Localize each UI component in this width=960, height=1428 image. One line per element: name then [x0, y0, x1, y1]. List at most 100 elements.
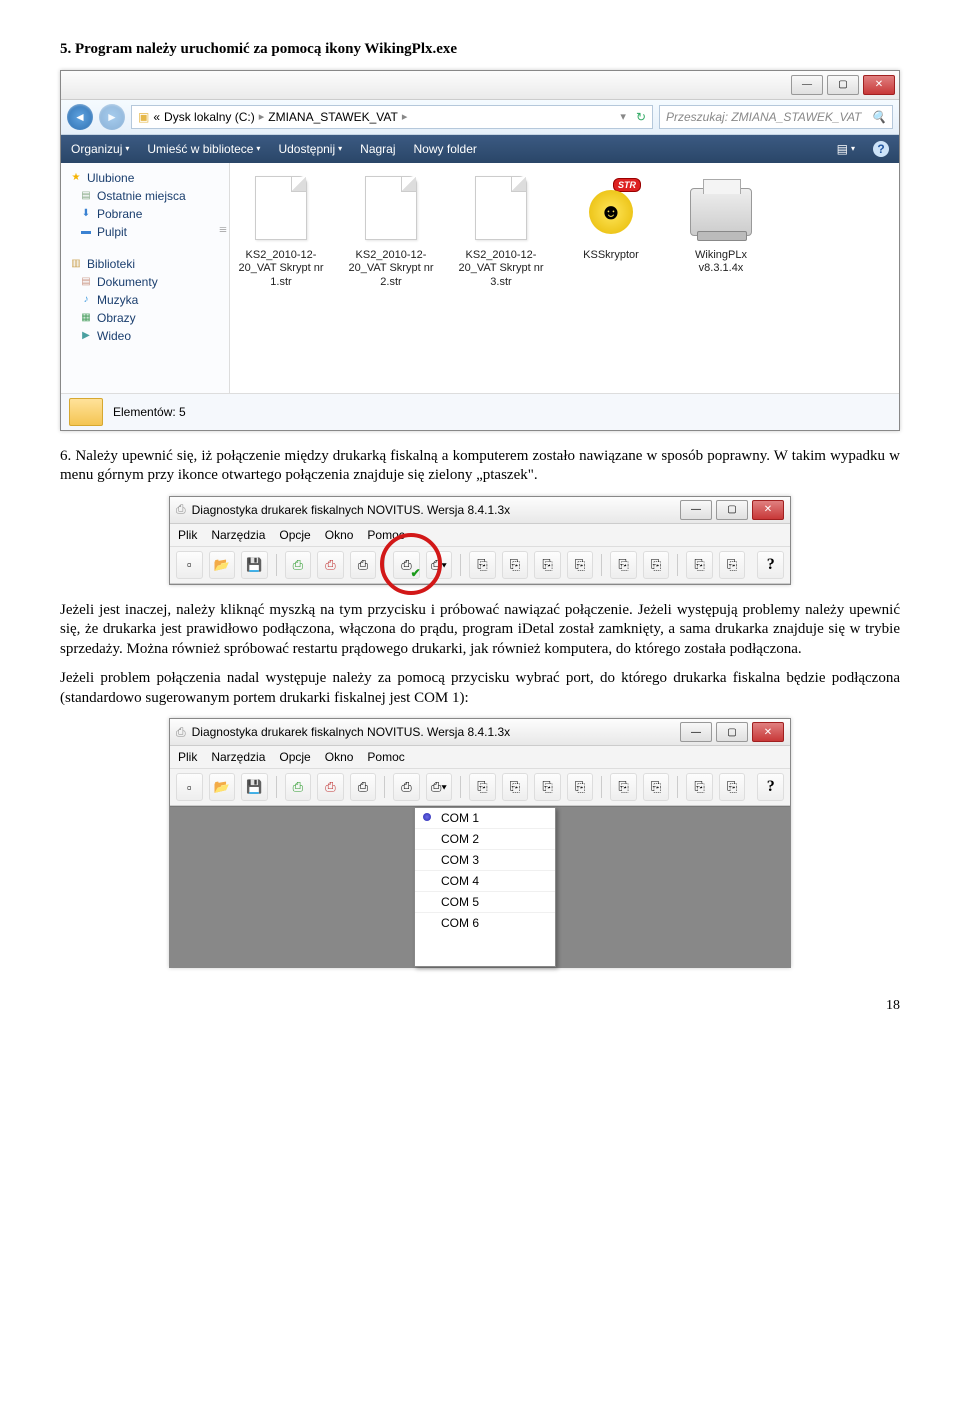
view-options-icon[interactable]: ▤ ▾ — [837, 142, 855, 156]
menu-help[interactable]: Pomoc — [367, 750, 404, 764]
file-item[interactable]: KS2_2010-12-20_VAT Skrypt nr 2.str — [346, 173, 436, 290]
tool-icon[interactable]: ⎘ — [643, 551, 670, 579]
sidebar-libraries[interactable]: ▥Biblioteki — [65, 255, 225, 273]
open-icon[interactable]: 📂 — [209, 551, 236, 579]
search-input[interactable]: Przeszukaj: ZMIANA_STAWEK_VAT 🔍 — [659, 105, 893, 129]
minimize-button[interactable]: — — [791, 75, 823, 95]
search-placeholder: Przeszukaj: ZMIANA_STAWEK_VAT — [666, 110, 861, 124]
save-icon[interactable]: 💾 — [241, 551, 268, 579]
close-button[interactable]: ✕ — [752, 500, 784, 520]
open-icon[interactable]: 📂 — [209, 773, 236, 801]
menu-file[interactable]: Plik — [178, 528, 197, 542]
sidebar-favorites[interactable]: ★Ulubione — [65, 169, 225, 187]
menu-window[interactable]: Okno — [325, 528, 354, 542]
diag-titlebar: ⎙ Diagnostyka drukarek fiskalnych NOVITU… — [170, 497, 790, 524]
new-icon[interactable]: ▫ — [176, 773, 203, 801]
tool-icon[interactable]: ⎘ — [643, 773, 670, 801]
menu-options[interactable]: Opcje — [279, 528, 310, 542]
search-icon: 🔍 — [871, 110, 886, 124]
breadcrumb-bar[interactable]: ▣ « Dysk lokalny (C:) ▸ ZMIANA_STAWEK_VA… — [131, 105, 653, 129]
toolbar-library[interactable]: Umieść w bibliotece▾ — [147, 142, 260, 156]
sidebar-pictures[interactable]: ▦Obrazy — [65, 309, 225, 327]
connect-remove-icon[interactable]: ⎙ — [317, 551, 344, 579]
com-option-6[interactable]: COM 6 — [415, 913, 555, 933]
maximize-button[interactable]: ▢ — [716, 722, 748, 742]
tool-icon[interactable]: ⎘ — [469, 773, 496, 801]
tool-icon[interactable]: ⎘ — [534, 551, 561, 579]
breadcrumb-drive[interactable]: Dysk lokalny (C:) — [164, 110, 255, 124]
minimize-button[interactable]: — — [680, 500, 712, 520]
video-icon: ▶ — [79, 329, 93, 343]
com-option-4[interactable]: COM 4 — [415, 871, 555, 892]
tool-icon[interactable]: ⎘ — [719, 773, 746, 801]
printer-settings-icon[interactable]: ⎙ — [350, 773, 377, 801]
tool-icon[interactable]: ⎘ — [719, 551, 746, 579]
file-item[interactable]: KS2_2010-12-20_VAT Skrypt nr 1.str — [236, 173, 326, 290]
nav-back-button[interactable]: ◄ — [67, 104, 93, 130]
sidebar-downloads[interactable]: ⬇Pobrane — [65, 205, 225, 223]
sidebar-documents[interactable]: ▤Dokumenty — [65, 273, 225, 291]
printer-settings-icon[interactable]: ⎙ — [350, 551, 377, 579]
file-label: KS2_2010-12-20_VAT Skrypt nr 1.str — [236, 249, 326, 290]
diag-toolbar: ▫ 📂 💾 ⎙ ⎙ ⎙ ⎙ ⎙▾ ⎘ ⎘ ⎘ ⎘ ⎘ ⎘ ⎘ ⎘ ? — [170, 769, 790, 806]
separator — [384, 776, 385, 798]
maximize-button[interactable]: ▢ — [827, 75, 859, 95]
minimize-button[interactable]: — — [680, 722, 712, 742]
connect-add-icon[interactable]: ⎙ — [285, 551, 312, 579]
breadcrumb-folder[interactable]: ZMIANA_STAWEK_VAT — [268, 110, 398, 124]
sidebar-music[interactable]: ♪Muzyka — [65, 291, 225, 309]
menu-tools[interactable]: Narzędzia — [211, 528, 265, 542]
port-select-icon[interactable]: ⎙▾ — [426, 551, 453, 579]
sidebar-recent[interactable]: ▤Ostatnie miejsca — [65, 187, 225, 205]
toolbar-newfolder[interactable]: Nowy folder — [414, 142, 477, 156]
tool-icon[interactable]: ⎘ — [567, 551, 594, 579]
document-icon — [255, 176, 307, 240]
menu-file[interactable]: Plik — [178, 750, 197, 764]
tool-icon[interactable]: ⎘ — [686, 551, 713, 579]
file-item[interactable]: WikingPLx v8.3.1.4x — [676, 173, 766, 277]
dropdown-icon[interactable]: ▾ — [620, 110, 626, 123]
port-select-icon[interactable]: ⎙▾ — [426, 773, 453, 801]
toolbar-share[interactable]: Udostępnij▾ — [278, 142, 342, 156]
com-option-2[interactable]: COM 2 — [415, 829, 555, 850]
file-item[interactable]: KS2_2010-12-20_VAT Skrypt nr 3.str — [456, 173, 546, 290]
close-button[interactable]: ✕ — [752, 722, 784, 742]
nav-forward-button[interactable]: ► — [99, 104, 125, 130]
skryptor-icon: STR ☻ — [581, 178, 641, 238]
file-item[interactable]: STR ☻ KSSkryptor — [566, 173, 656, 263]
help-icon[interactable]: ? — [757, 551, 784, 579]
connect-add-icon[interactable]: ⎙ — [285, 773, 312, 801]
com-option-5[interactable]: COM 5 — [415, 892, 555, 913]
tool-icon[interactable]: ⎘ — [686, 773, 713, 801]
sidebar-videos[interactable]: ▶Wideo — [65, 327, 225, 345]
tool-icon[interactable]: ⎘ — [502, 773, 529, 801]
menu-help[interactable]: Pomoc — [367, 528, 404, 542]
tool-icon[interactable]: ⎘ — [534, 773, 561, 801]
menu-options[interactable]: Opcje — [279, 750, 310, 764]
menu-tools[interactable]: Narzędzia — [211, 750, 265, 764]
save-icon[interactable]: 💾 — [241, 773, 268, 801]
maximize-button[interactable]: ▢ — [716, 500, 748, 520]
tool-icon[interactable]: ⎘ — [610, 773, 637, 801]
menu-window[interactable]: Okno — [325, 750, 354, 764]
toolbar-record[interactable]: Nagraj — [360, 142, 395, 156]
file-label: WikingPLx v8.3.1.4x — [676, 249, 766, 277]
sidebar-desktop[interactable]: ▬Pulpit — [65, 223, 225, 241]
toolbar-organize[interactable]: Organizuj▾ — [71, 142, 129, 156]
help-icon[interactable]: ? — [757, 773, 784, 801]
tool-icon[interactable]: ⎘ — [567, 773, 594, 801]
tool-icon[interactable]: ⎘ — [502, 551, 529, 579]
com-option-3[interactable]: COM 3 — [415, 850, 555, 871]
refresh-icon[interactable]: ↻ — [636, 110, 646, 124]
close-button[interactable]: ✕ — [863, 75, 895, 95]
com-option-1[interactable]: COM 1 — [415, 808, 555, 829]
tool-icon[interactable]: ⎘ — [610, 551, 637, 579]
help-icon[interactable]: ? — [873, 141, 889, 157]
new-icon[interactable]: ▫ — [176, 551, 203, 579]
connection-ok-icon[interactable]: ⎙✔ — [393, 551, 420, 579]
connect-remove-icon[interactable]: ⎙ — [317, 773, 344, 801]
diag-body: COM 1 COM 2 COM 3 COM 4 COM 5 COM 6 — [170, 806, 790, 967]
separator — [460, 776, 461, 798]
connection-icon[interactable]: ⎙ — [393, 773, 420, 801]
tool-icon[interactable]: ⎘ — [469, 551, 496, 579]
